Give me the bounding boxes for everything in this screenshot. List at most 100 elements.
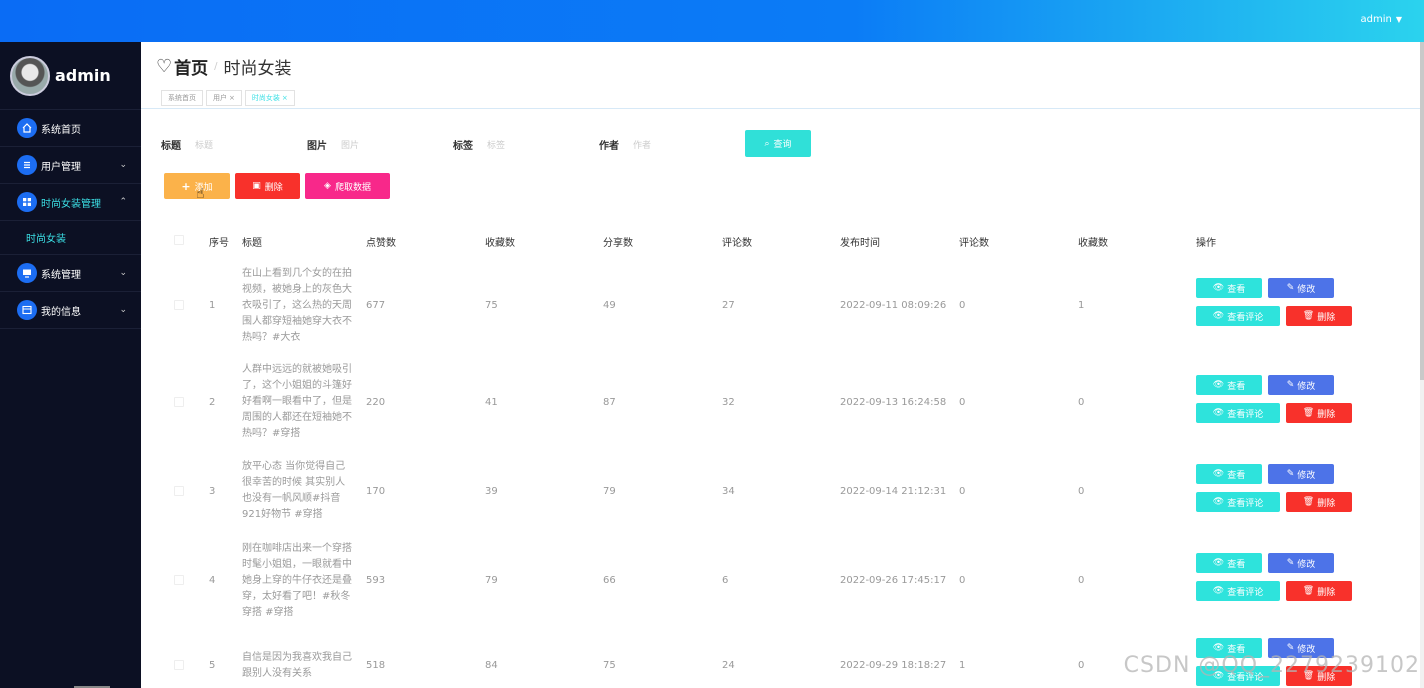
tag-fashion[interactable]: 时尚女装 × [244, 90, 295, 106]
view-button[interactable]: 👁 查看 [1196, 464, 1262, 484]
sidebar-item-users[interactable]: 用户管理 ⌄ [0, 147, 141, 184]
tab-tags: 系统首页 用户 × 时尚女装 × [161, 90, 295, 106]
pencil-icon: ✎ [1286, 283, 1295, 293]
user-name: admin [1360, 14, 1392, 25]
view-button[interactable]: 👁 查看 [1196, 553, 1262, 573]
caret-down-icon: ▼ [1395, 15, 1402, 24]
sidebar: admin 系统首页 用户管理 ⌄ 时尚女装管理 ⌃ 时尚女装 系统管理 ⌄ 我… [0, 42, 141, 688]
tag-home[interactable]: 系统首页 [161, 90, 203, 106]
view-button[interactable]: 👁 查看 [1196, 278, 1262, 298]
chevron-down-icon: ⌄ [119, 160, 127, 170]
pencil-icon: ✎ [1286, 643, 1295, 653]
column-header: 评论数 [959, 238, 989, 249]
search-bar: 标题 标题 图片 图片 标签 标签 作者 作者 [161, 130, 821, 158]
page-scrollbar[interactable] [1420, 42, 1424, 688]
pencil-icon: ✎ [1286, 469, 1295, 479]
crawl-button[interactable]: ◈ 爬取数据 [305, 173, 390, 199]
search-field-author: 作者 作者 [599, 130, 733, 158]
view-comments-button[interactable]: 👁 查看评论 [1196, 403, 1280, 423]
select-all-checkbox[interactable] [174, 235, 184, 245]
breadcrumb-home[interactable]: 首页 [174, 54, 208, 79]
eye-icon: 👁 [1212, 408, 1225, 418]
page-title: 时尚女装 [223, 59, 292, 79]
pencil-icon: ✎ [1286, 558, 1295, 568]
search-icon: ⌕ [764, 138, 770, 149]
view-button[interactable]: 👁 查看 [1196, 375, 1262, 395]
edit-button[interactable]: ✎ 修改 [1268, 278, 1334, 298]
row-checkbox[interactable] [174, 575, 184, 585]
search-field-tag: 标签 标签 [453, 130, 587, 158]
delete-button[interactable]: 🗑 删除 [1286, 306, 1352, 326]
eye-icon: 👁 [1212, 283, 1225, 293]
card-icon [17, 300, 37, 320]
delete-button[interactable]: 🗑 删除 [1286, 581, 1352, 601]
column-header: 发布时间 [840, 238, 880, 249]
title-input[interactable]: 标题 [195, 132, 295, 156]
row-checkbox[interactable] [174, 486, 184, 496]
sidebar-item-fashion[interactable]: 时尚女装管理 ⌃ [0, 184, 141, 221]
tag-users[interactable]: 用户 × [206, 90, 242, 106]
tag-input[interactable]: 标签 [487, 132, 587, 156]
page-header: ♡ 首页 / 时尚女装 系统首页 用户 × 时尚女装 × [141, 42, 1420, 109]
view-comments-button[interactable]: 👁 查看评论 [1196, 492, 1280, 512]
trash-icon: 🗑 [1302, 497, 1315, 507]
row-checkbox[interactable] [174, 660, 184, 670]
home-icon [17, 118, 37, 138]
column-header: 操作 [1196, 238, 1216, 249]
trash-icon: ▣ [252, 181, 261, 191]
list-icon [17, 155, 37, 175]
batch-delete-button[interactable]: ▣ 删除 [235, 173, 300, 199]
scrollbar-thumb[interactable] [1420, 42, 1424, 380]
sidebar-item-home[interactable]: 系统首页 [0, 110, 141, 147]
search-field-image: 图片 图片 [307, 130, 441, 158]
close-icon[interactable]: × [282, 94, 288, 102]
mouse-cursor-icon: ☝ [196, 186, 205, 202]
view-comments-button[interactable]: 👁 查看评论 [1196, 581, 1280, 601]
breadcrumb-separator: / [214, 61, 218, 72]
column-header: 标题 [242, 238, 262, 249]
trash-icon: 🗑 [1302, 311, 1315, 321]
sidebar-subitem-fashion[interactable]: 时尚女装 [0, 221, 141, 255]
view-comments-button[interactable]: 👁 查看评论 [1196, 306, 1280, 326]
close-icon[interactable]: × [229, 94, 235, 102]
breadcrumb: ♡ 首页 / 时尚女装 [156, 54, 292, 79]
monitor-icon [17, 263, 37, 283]
plus-icon: + [181, 179, 191, 193]
column-header: 收藏数 [1078, 238, 1108, 249]
image-input[interactable]: 图片 [341, 132, 441, 156]
top-bar: admin ▼ [0, 0, 1424, 42]
delete-button[interactable]: 🗑 删除 [1286, 492, 1352, 512]
row-checkbox[interactable] [174, 397, 184, 407]
pencil-icon: ✎ [1286, 380, 1295, 390]
chevron-down-icon: ⌄ [119, 305, 127, 315]
eye-icon: 👁 [1212, 311, 1225, 321]
eye-icon: 👁 [1212, 558, 1225, 568]
user-menu[interactable]: admin ▼ [1361, 14, 1403, 25]
brand-name: admin [55, 66, 111, 85]
trash-icon: 🗑 [1302, 586, 1315, 596]
eye-icon: 👁 [1212, 643, 1225, 653]
column-header: 序号 [209, 238, 229, 249]
eye-icon: 👁 [1212, 469, 1225, 479]
column-header: 评论数 [722, 238, 752, 249]
row-checkbox[interactable] [174, 300, 184, 310]
sidebar-item-system[interactable]: 系统管理 ⌄ [0, 255, 141, 292]
author-input[interactable]: 作者 [633, 132, 733, 156]
query-button[interactable]: ⌕ 查询 [745, 130, 811, 157]
eye-icon: 👁 [1212, 497, 1225, 507]
delete-button[interactable]: 🗑 删除 [1286, 403, 1352, 423]
edit-button[interactable]: ✎ 修改 [1268, 375, 1334, 395]
chevron-up-icon: ⌃ [119, 197, 127, 207]
eye-icon: 👁 [1212, 380, 1225, 390]
trash-icon: 🗑 [1302, 408, 1315, 418]
edit-button[interactable]: ✎ 修改 [1268, 464, 1334, 484]
search-field-title: 标题 标题 [161, 130, 295, 158]
heart-icon: ♡ [156, 56, 173, 77]
chevron-down-icon: ⌄ [119, 268, 127, 278]
layers-icon: ◈ [324, 181, 331, 191]
sidebar-item-profile[interactable]: 我的信息 ⌄ [0, 292, 141, 329]
grid-icon [17, 192, 37, 212]
sidebar-brand: admin [0, 42, 141, 110]
edit-button[interactable]: ✎ 修改 [1268, 553, 1334, 573]
watermark: CSDN @QQ_2279239102 [1123, 653, 1420, 678]
